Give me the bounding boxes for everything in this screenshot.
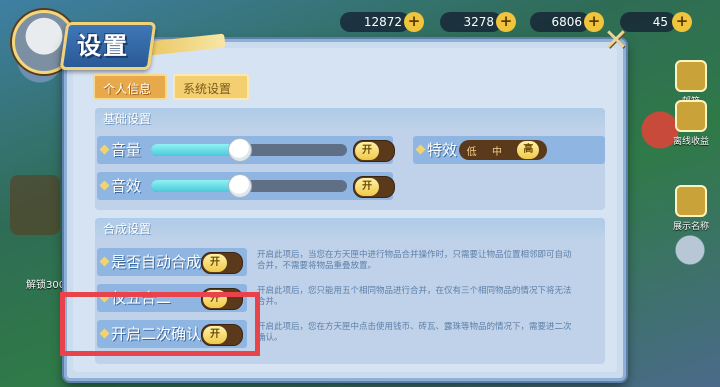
diamond-bullet-icon <box>99 180 110 191</box>
effects-option-high[interactable]: 高 <box>517 141 540 159</box>
auto-merge-toggle-knob: 开 <box>203 254 227 272</box>
sfx-toggle-knob: 开 <box>355 178 379 196</box>
volume-toggle[interactable]: 开 <box>353 140 395 162</box>
volume-row: 音量 开 <box>97 136 395 164</box>
volume-toggle-knob: 开 <box>355 142 379 160</box>
sfx-slider[interactable] <box>151 174 347 198</box>
mailbox-icon <box>675 60 707 92</box>
sfx-slider-knob[interactable] <box>228 174 253 198</box>
diamond-bullet-icon <box>99 256 110 267</box>
effects-option-low[interactable]: 低 <box>467 143 477 158</box>
sfx-row: 音效 开 <box>97 172 395 200</box>
effects-label: 特效 <box>427 141 458 159</box>
resource-counter-3: 6806 <box>530 12 590 32</box>
add-resource-2-button[interactable]: + <box>496 12 516 32</box>
sfx-toggle[interactable]: 开 <box>353 176 395 198</box>
auto-merge-toggle[interactable]: 开 <box>201 252 243 274</box>
merge-settings-header: 合成设置 <box>95 218 605 240</box>
resource-counter-1: 12872 <box>340 12 410 32</box>
auto-merge-row: 是否自动合成 开 <box>97 248 247 276</box>
show-names-button[interactable]: 展示名称 <box>670 185 712 232</box>
resource-counter-2: 3278 <box>440 12 502 32</box>
volume-slider-knob[interactable] <box>228 138 253 162</box>
highlight-box <box>60 292 260 356</box>
effects-option-mid[interactable]: 中 <box>492 143 502 158</box>
double-confirm-description: 开启此项后，您在方天匣中点击使用钱币、砖瓦、露珠等物品的情况下，需要进二次确认。 <box>257 322 572 343</box>
basic-settings-header: 基础设置 <box>95 108 605 130</box>
sfx-label: 音效 <box>111 177 142 195</box>
tab-personal-info[interactable]: 个人信息 <box>93 74 167 100</box>
sfx-slider-fill <box>151 180 240 192</box>
close-icon[interactable]: ✕ <box>601 26 631 56</box>
left-character-panel[interactable] <box>10 175 60 235</box>
diamond-bullet-icon <box>99 144 110 155</box>
five-merge-two-description: 开启此项后，您只能用五个相同物品进行合并，在仅有三个相同物品的情况下将无法合并。 <box>257 286 572 307</box>
name-tag-icon <box>675 185 707 217</box>
add-resource-4-button[interactable]: + <box>672 12 692 32</box>
diamond-bullet-icon <box>415 144 426 155</box>
auto-merge-label: 是否自动合成 <box>111 253 202 271</box>
volume-label: 音量 <box>111 141 142 159</box>
coin-chest-icon <box>675 100 707 132</box>
effects-row: 特效 低 中 高 <box>413 136 605 164</box>
volume-slider-fill <box>151 144 240 156</box>
offline-earnings-button[interactable]: 离线收益 <box>670 100 712 147</box>
tab-system-settings[interactable]: 系统设置 <box>173 74 249 100</box>
auto-merge-description: 开启此项后，当您在方天匣中进行物品合并操作时，只需要让物品位置相邻即可自动合并，… <box>257 250 572 271</box>
volume-slider[interactable] <box>151 138 347 162</box>
unlock-label: 解锁300 <box>26 280 66 291</box>
basic-settings-section: 基础设置 音量 开 特效 低 中 高 音效 开 <box>95 108 605 210</box>
effects-selector[interactable]: 低 中 高 <box>459 140 547 160</box>
add-resource-1-button[interactable]: + <box>404 12 424 32</box>
dialog-title: 设置 <box>77 32 129 60</box>
